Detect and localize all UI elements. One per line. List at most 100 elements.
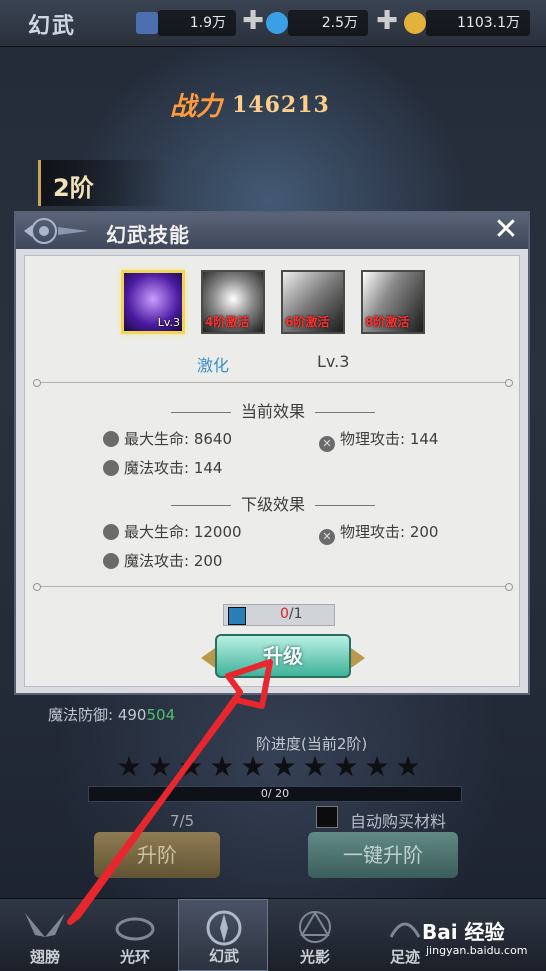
weapon-emblem-icon <box>206 910 242 946</box>
star-icon: ★ <box>364 750 390 783</box>
next-phys-attack: ✕ 物理攻击: 200 <box>319 521 438 545</box>
dialog-body: Lv.3 4阶激活 6阶激活 8阶激活 激化 Lv.3 当前效果 最大生命: 8… <box>24 255 520 687</box>
page-title: 幻武 <box>28 13 77 39</box>
stat-value: 12000 <box>193 523 242 541</box>
magic-icon <box>103 553 119 569</box>
skill-slot-1[interactable]: Lv.3 <box>121 270 185 334</box>
magic-icon <box>103 460 119 476</box>
skill-slot-3[interactable]: 6阶激活 <box>281 270 345 334</box>
stage-label: 2阶 <box>53 174 94 202</box>
stage-progress-bar: 0/ 20 <box>88 786 462 802</box>
nav-weapon[interactable]: 幻武 <box>178 899 268 971</box>
current-magic-attack: 魔法攻击: 144 <box>103 457 222 478</box>
stat-value: 200 <box>193 552 223 570</box>
one-click-stage-up-button[interactable]: 一键升阶 <box>308 832 458 878</box>
divider <box>33 583 513 591</box>
combat-power-label: 战力 <box>170 92 223 122</box>
sword-icon: ✕ <box>319 436 335 452</box>
stat-label: 魔法攻击: <box>124 459 190 477</box>
nav-label: 翅膀 <box>29 948 60 966</box>
star-icon: ★ <box>395 750 421 783</box>
star-icon: ★ <box>271 750 297 783</box>
nav-shadow[interactable]: 光影 <box>270 899 360 971</box>
nav-wings[interactable]: 翅膀 <box>0 899 90 971</box>
auto-buy-label: 自动购买材料 <box>350 812 447 831</box>
add-resource-2-button[interactable]: ✚ <box>374 8 400 35</box>
combat-power: 战力 146213 <box>170 86 370 126</box>
dialog-title: 幻武技能 <box>106 223 190 247</box>
resource-3: 1103.1万 <box>426 10 530 36</box>
close-icon[interactable]: ✕ <box>492 215 520 245</box>
next-hp: 最大生命: 12000 <box>103 521 242 542</box>
dialog-header: 幻武技能 ✕ <box>16 213 528 249</box>
stat-label: 物理攻击: <box>340 430 406 448</box>
stage-up-button[interactable]: 升阶 <box>94 832 220 878</box>
stat-value: 490 <box>117 706 147 724</box>
gold-coin-icon <box>404 12 426 34</box>
skill-dialog: 幻武技能 ✕ Lv.3 4阶激活 6阶激活 8阶激活 激化 Lv.3 当前效果 … <box>14 211 530 695</box>
stat-value: 144 <box>193 459 223 477</box>
next-effect-label: 下级效果 <box>240 495 305 514</box>
stat-value: 8640 <box>193 430 233 448</box>
nav-label: 光环 <box>119 948 150 966</box>
shield-icon <box>103 524 119 540</box>
current-effect-label: 当前效果 <box>240 402 305 421</box>
item-count: 7/5 <box>170 812 195 830</box>
skill-unlock-tag: 4阶激活 <box>205 315 250 329</box>
top-bar: 幻武 1.9万 ✚ 2.5万 ✚ 1103.1万 <box>0 0 546 47</box>
skill-level-tag: Lv.3 <box>157 316 180 329</box>
wings-icon <box>25 913 65 937</box>
next-magic-attack: 魔法攻击: 200 <box>103 550 222 571</box>
watermark-url: jingyan.baidu.com <box>426 944 528 957</box>
magic-defense: 魔法防御: 490504 <box>48 704 175 725</box>
current-effect-title: 当前效果 <box>25 398 521 422</box>
shield-icon <box>103 431 119 447</box>
stage-badge: 2阶 <box>38 160 171 206</box>
progress-text: 0/ 20 <box>260 787 290 800</box>
watermark-brand: Bai 经验 <box>422 920 505 944</box>
halo-icon <box>115 917 155 941</box>
add-resource-1-button[interactable]: ✚ <box>240 8 266 35</box>
stat-label: 魔法防御: <box>48 706 114 724</box>
divider <box>33 379 513 387</box>
star-icon: ★ <box>178 750 204 783</box>
skill-unlock-tag: 6阶激活 <box>285 315 330 329</box>
star-icon: ★ <box>147 750 173 783</box>
star-icon: ★ <box>116 750 142 783</box>
skill-unlock-tag: 8阶激活 <box>365 315 410 329</box>
sword-icon: ✕ <box>319 529 335 545</box>
skill-name: 激化 <box>197 356 230 375</box>
skill-slot-2[interactable]: 4阶激活 <box>201 270 265 334</box>
card-icon <box>136 12 158 34</box>
watermark: Bai 经验 jingyan.baidu.com <box>422 912 540 966</box>
upgrade-button[interactable]: 升级 <box>201 634 365 678</box>
combat-power-value: 146213 <box>232 92 330 118</box>
material-icon[interactable] <box>228 607 246 625</box>
stat-bonus: 504 <box>146 706 176 724</box>
stat-label: 最大生命: <box>124 430 190 448</box>
next-effect-title: 下级效果 <box>25 491 521 515</box>
current-phys-attack: ✕ 物理攻击: 144 <box>319 428 438 452</box>
diamond-icon <box>266 12 288 34</box>
nav-halo[interactable]: 光环 <box>90 899 180 971</box>
skill-level: Lv.3 <box>317 352 350 371</box>
stat-label: 物理攻击: <box>340 523 406 541</box>
stat-label: 魔法攻击: <box>124 552 190 570</box>
resource-2: 2.5万 <box>288 10 368 36</box>
current-hp: 最大生命: 8640 <box>103 428 232 449</box>
material-have: 0 <box>280 606 289 622</box>
material-counter: 0/1 <box>223 604 335 626</box>
star-icon: ★ <box>302 750 328 783</box>
stat-label: 最大生命: <box>124 523 190 541</box>
stat-value: 200 <box>409 523 439 541</box>
shadow-icon <box>299 911 331 943</box>
resource-1: 1.9万 <box>158 10 236 36</box>
ornament-icon <box>24 218 88 244</box>
skill-slot-4[interactable]: 8阶激活 <box>361 270 425 334</box>
star-icon: ★ <box>209 750 235 783</box>
stat-value: 144 <box>409 430 439 448</box>
nav-label: 光影 <box>299 948 330 966</box>
auto-buy-checkbox[interactable] <box>316 806 338 828</box>
star-icon: ★ <box>240 750 266 783</box>
material-need: /1 <box>288 606 303 622</box>
